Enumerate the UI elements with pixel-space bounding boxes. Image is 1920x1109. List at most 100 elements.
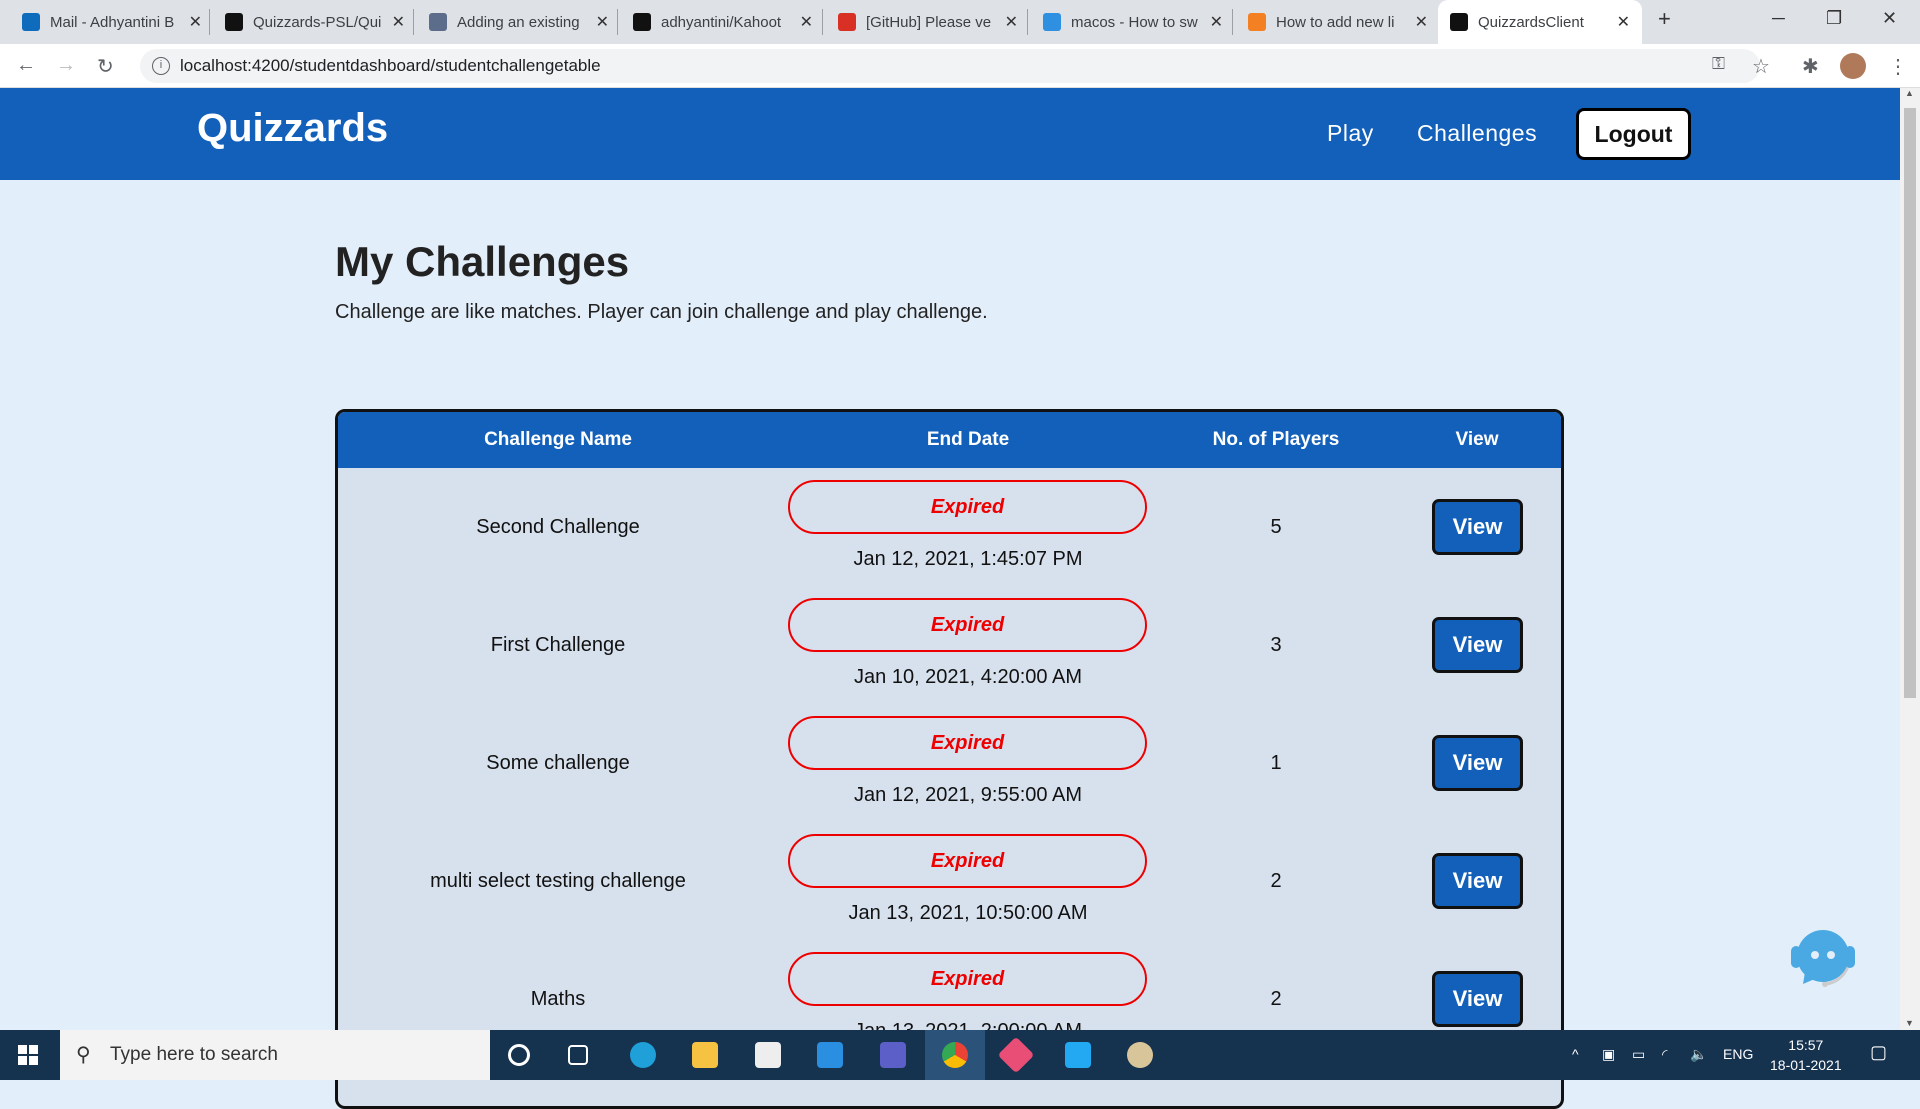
nav-challenges[interactable]: Challenges — [1417, 120, 1537, 147]
minimize-button[interactable]: ─ — [1772, 8, 1785, 29]
close-tab-icon[interactable]: ✕ — [1005, 12, 1018, 32]
close-tab-icon[interactable]: ✕ — [1617, 12, 1630, 32]
logout-button[interactable]: Logout — [1576, 108, 1691, 160]
mail-icon[interactable] — [817, 1042, 843, 1068]
player-count: 1 — [1270, 752, 1282, 774]
app-header: Quizzards Play Challenges Logout — [0, 88, 1900, 180]
close-tab-icon[interactable]: ✕ — [1415, 12, 1428, 32]
browser-tab[interactable]: Mail - Adhyantini B ✕ — [10, 0, 214, 44]
tab-separator — [617, 9, 618, 35]
page-title: My Challenges — [335, 238, 630, 285]
page-scrollbar[interactable]: ▲ ▼ — [1900, 88, 1920, 1030]
paint-icon[interactable] — [1127, 1042, 1153, 1068]
language-indicator[interactable]: ENG — [1723, 1046, 1753, 1062]
view-challenge-button[interactable]: View — [1432, 971, 1523, 1027]
view-challenge-button[interactable]: View — [1432, 853, 1523, 909]
tab-title: Quizzards-PSL/Qui — [253, 13, 382, 31]
address-bar-row: ← → ↻ i localhost:4200/studentdashboard/… — [0, 44, 1920, 88]
search-icon: ⚲ — [76, 1044, 91, 1066]
wifi-icon[interactable]: ◜ — [1662, 1046, 1667, 1063]
chrome-taskbar-active[interactable] — [925, 1030, 985, 1080]
battery-icon[interactable]: ▭ — [1632, 1046, 1645, 1063]
tab-separator — [1027, 9, 1028, 35]
nav-play[interactable]: Play — [1327, 120, 1374, 147]
volume-icon[interactable]: 🔈 — [1690, 1046, 1707, 1063]
file-explorer-icon[interactable] — [692, 1042, 718, 1068]
column-header-name: Challenge Name — [484, 429, 632, 450]
teams-icon[interactable] — [880, 1042, 906, 1068]
menu-icon[interactable]: ⋮ — [1888, 54, 1908, 79]
view-challenge-button[interactable]: View — [1432, 735, 1523, 791]
github-icon — [633, 13, 651, 31]
gmail-icon — [838, 13, 856, 31]
view-challenge-button[interactable]: View — [1432, 499, 1523, 555]
browser-tab-bar: Mail - Adhyantini B ✕ Quizzards-PSL/Qui ✕ Ad… — [0, 0, 1920, 44]
status-badge-expired: Expired — [788, 598, 1147, 652]
scrollbar-thumb[interactable] — [1904, 108, 1916, 698]
browser-tab[interactable]: [GitHub] Please ve ✕ — [826, 0, 1030, 44]
browser-tab[interactable]: QuizzardsClient ✕ — [1438, 0, 1642, 44]
reload-icon[interactable]: ↻ — [97, 54, 114, 79]
player-count: 2 — [1270, 870, 1282, 892]
browser-tab[interactable]: How to add new li ✕ — [1236, 0, 1440, 44]
column-header-end-date: End Date — [926, 429, 1010, 450]
end-date: Jan 13, 2021, 10:50:00 AM — [848, 902, 1088, 924]
table-row: Some challenge Expired Jan 12, 2021, 9:5… — [338, 704, 1561, 822]
task-view-icon[interactable] — [568, 1045, 588, 1065]
browser-tab[interactable]: macos - How to sw ✕ — [1031, 0, 1235, 44]
tab-title: Adding an existing — [457, 13, 580, 31]
git-kraken-icon[interactable] — [997, 1036, 1035, 1074]
browser-tab[interactable]: adhyantini/Kahoot ✕ — [621, 0, 825, 44]
taskbar-search-input[interactable]: ⚲ Type here to search — [60, 1030, 490, 1080]
bookmark-star-icon[interactable]: ☆ — [1752, 54, 1770, 79]
status-badge-expired: Expired — [788, 834, 1147, 888]
close-window-button[interactable]: ✕ — [1882, 8, 1897, 29]
angular-icon — [1450, 13, 1468, 31]
scroll-up-icon[interactable]: ▲ — [1905, 88, 1914, 98]
scroll-down-icon[interactable]: ▼ — [1905, 1018, 1914, 1028]
back-icon[interactable]: ← — [16, 54, 36, 77]
end-date: Jan 12, 2021, 1:45:07 PM — [853, 548, 1083, 570]
meet-now-icon[interactable]: ▣ — [1602, 1046, 1615, 1063]
vscode-icon[interactable] — [1065, 1042, 1091, 1068]
notifications-icon[interactable]: ▢ — [1870, 1042, 1887, 1063]
player-count: 3 — [1270, 634, 1282, 656]
store-icon[interactable] — [755, 1042, 781, 1068]
close-tab-icon[interactable]: ✕ — [189, 12, 202, 32]
close-tab-icon[interactable]: ✕ — [800, 12, 813, 32]
edge-icon[interactable] — [630, 1042, 656, 1068]
cortana-icon[interactable] — [508, 1044, 530, 1066]
browser-tab[interactable]: Adding an existing ✕ — [417, 0, 621, 44]
brackets-icon — [1043, 13, 1061, 31]
windows-start-icon[interactable] — [18, 1045, 38, 1065]
close-tab-icon[interactable]: ✕ — [392, 12, 405, 32]
profile-avatar[interactable] — [1840, 53, 1866, 79]
site-info-icon[interactable]: i — [152, 57, 170, 75]
github-icon — [225, 13, 243, 31]
tab-title: Mail - Adhyantini B — [50, 13, 175, 31]
taskbar-clock[interactable]: 15:57 18-01-2021 — [1770, 1035, 1842, 1075]
restore-button[interactable]: ❐ — [1826, 8, 1842, 29]
browser-tab[interactable]: Quizzards-PSL/Qui ✕ — [213, 0, 417, 44]
extensions-icon[interactable]: ✱ — [1802, 54, 1819, 79]
challenge-name: multi select testing challenge — [430, 870, 686, 892]
close-tab-icon[interactable]: ✕ — [1210, 12, 1223, 32]
support-chat-icon[interactable] — [1785, 920, 1861, 996]
column-header-view: View — [1455, 429, 1499, 450]
table-row: Second Challenge Expired Jan 12, 2021, 1… — [338, 468, 1561, 586]
app-logo[interactable]: Quizzards — [197, 106, 388, 151]
forward-icon[interactable]: → — [56, 54, 76, 77]
tab-title: macos - How to sw — [1071, 13, 1198, 31]
challenge-name: Maths — [530, 988, 586, 1010]
table-header: Challenge Name End Date No. of Players V… — [338, 412, 1561, 468]
end-date: Jan 12, 2021, 9:55:00 AM — [854, 784, 1082, 806]
key-icon[interactable]: ⚿ — [1712, 54, 1725, 74]
view-challenge-button[interactable]: View — [1432, 617, 1523, 673]
avatar-icon — [429, 13, 447, 31]
challenge-name: Some challenge — [486, 752, 630, 774]
url-text: localhost:4200/studentdashboard/studentc… — [180, 56, 601, 75]
url-input[interactable]: i localhost:4200/studentdashboard/studen… — [140, 49, 1760, 83]
new-tab-button[interactable]: + — [1658, 6, 1671, 32]
close-tab-icon[interactable]: ✕ — [596, 12, 609, 32]
show-hidden-icons[interactable]: ^ — [1572, 1046, 1579, 1062]
